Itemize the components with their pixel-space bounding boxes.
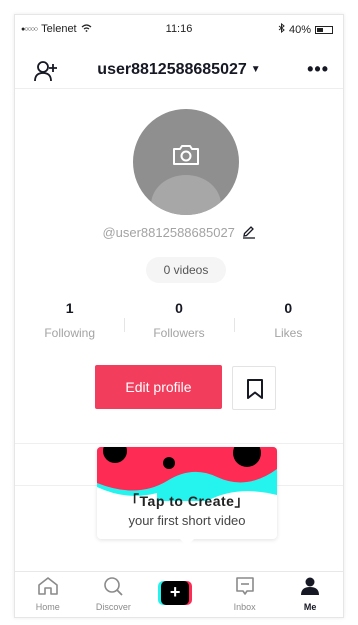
pencil-icon[interactable] [242, 225, 256, 239]
avatar[interactable] [133, 109, 239, 215]
stat-value: 0 [284, 300, 293, 316]
stat-value: 1 [65, 300, 74, 316]
tab-create[interactable]: + [146, 572, 212, 617]
home-icon [37, 577, 58, 595]
stat-following[interactable]: 1 Following [15, 300, 124, 344]
create-button[interactable]: + [158, 581, 193, 605]
videos-count: 0 videos [146, 257, 226, 283]
profile-header: user8812588685027 ▼ ••• [15, 53, 343, 89]
card-pointer [180, 539, 194, 546]
camera-icon [173, 145, 199, 165]
tab-inbox[interactable]: Inbox [212, 572, 278, 617]
stats-row: 1 Following 0 Followers 0 Likes [15, 300, 343, 344]
stat-value: 0 [175, 300, 183, 316]
bluetooth-icon [278, 22, 285, 36]
person-icon [301, 577, 320, 595]
plus-icon: + [161, 581, 190, 605]
edit-profile-button[interactable]: Edit profile [95, 365, 222, 409]
search-icon [104, 577, 124, 596]
battery-percent: 40% [288, 23, 311, 36]
handle-row: @user8812588685027 [15, 225, 343, 240]
battery-icon [315, 25, 333, 34]
tab-discover[interactable]: Discover [81, 572, 147, 617]
tab-label: Me [303, 602, 317, 612]
stat-likes[interactable]: 0 Likes [233, 300, 343, 344]
account-switcher[interactable]: user8812588685027 ▼ [15, 61, 343, 79]
stat-label: Followers [153, 326, 205, 340]
username-title: user8812588685027 [97, 61, 247, 78]
stat-label: Following [44, 326, 96, 340]
tab-home[interactable]: Home [15, 572, 81, 617]
card-subtitle: your first short video [128, 513, 246, 528]
divider [15, 443, 343, 444]
status-bar: ●○○○○ Telenet 11:16 40% [15, 22, 343, 39]
stat-followers[interactable]: 0 Followers [124, 300, 233, 344]
caret-down-icon: ▼ [250, 64, 261, 75]
card-title: 「Tap to Create」 [125, 493, 249, 509]
phone-screen: ●○○○○ Telenet 11:16 40% user881258868502… [14, 14, 344, 618]
favorites-button[interactable] [232, 366, 276, 410]
tab-label: Home [35, 602, 60, 612]
status-right: 40% [278, 22, 333, 36]
tab-me[interactable]: Me [277, 572, 343, 617]
bottom-tab-bar: Home Discover + Inbox Me [15, 571, 343, 617]
tab-label: Discover [95, 602, 131, 612]
more-options-button[interactable]: ••• [307, 59, 329, 80]
avatar-silhouette [151, 175, 221, 215]
stat-label: Likes [274, 326, 303, 340]
inbox-icon [235, 577, 254, 595]
bookmark-icon [247, 379, 263, 399]
tap-to-create-card[interactable]: 「Tap to Create」 your first short video [97, 447, 277, 539]
user-handle: @user8812588685027 [102, 225, 235, 240]
tab-label: Inbox [233, 602, 256, 612]
